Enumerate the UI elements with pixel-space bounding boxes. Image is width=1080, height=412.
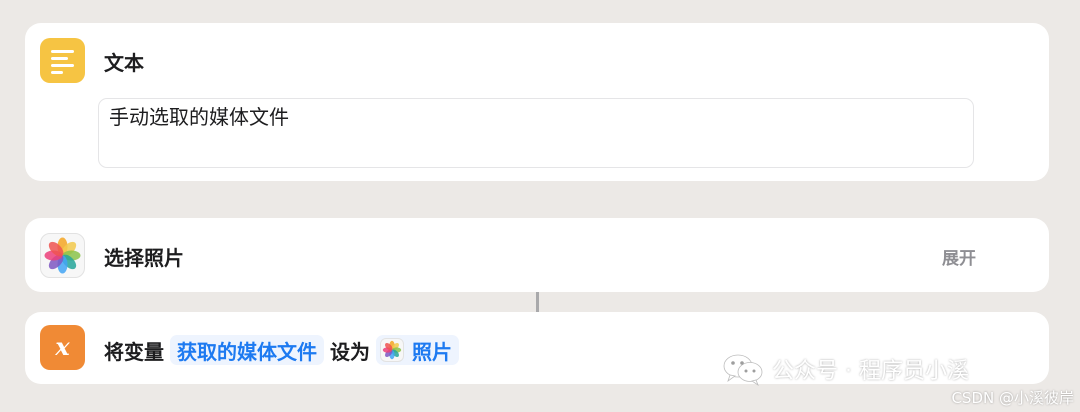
photos-target-label: 照片 <box>412 339 452 364</box>
select-photos-action-card: 选择照片 展开 <box>25 218 1049 292</box>
photos-icon <box>380 338 404 362</box>
wechat-watermark: 公众号 · 程序员小溪 <box>722 352 969 386</box>
variable-name-chip[interactable]: 获取的媒体文件 <box>170 335 324 365</box>
select-photos-title: 选择照片 <box>104 246 184 270</box>
wechat-icon <box>723 354 763 386</box>
action-connector <box>536 292 539 312</box>
notes-icon <box>40 38 85 83</box>
variable-x-icon: x <box>40 325 85 370</box>
expand-button[interactable]: 展开 <box>942 244 976 269</box>
photos-icon <box>40 233 85 278</box>
variable-icon-letter: x <box>55 332 70 361</box>
variable-name-label: 获取的媒体文件 <box>177 339 317 364</box>
set-variable-prefix: 将变量 <box>104 339 164 364</box>
set-variable-middle: 设为 <box>330 339 370 364</box>
photos-target-chip[interactable]: 照片 <box>376 335 459 365</box>
text-action-card: 文本 手动选取的媒体文件 <box>25 23 1049 181</box>
text-action-title: 文本 <box>104 51 144 75</box>
csdn-credit: CSDN @小溪彼岸 <box>951 389 1074 407</box>
watermark-text: 公众号 · 程序员小溪 <box>772 359 969 384</box>
set-variable-row: 将变量 获取的媒体文件 设为 照片 <box>104 334 465 366</box>
text-content-field[interactable]: 手动选取的媒体文件 <box>98 98 974 168</box>
